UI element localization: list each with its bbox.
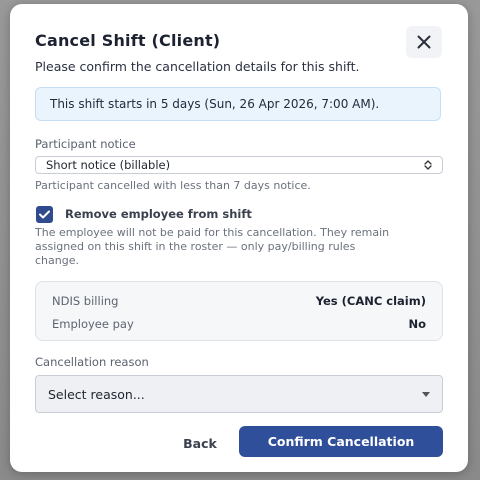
confirm-cancellation-button[interactable]: Confirm Cancellation — [239, 426, 443, 457]
summary-row-employee-pay: Employee pay No — [52, 316, 426, 332]
remove-employee-checkbox[interactable] — [36, 206, 53, 223]
close-icon — [417, 35, 431, 49]
cancellation-reason-label: Cancellation reason — [35, 355, 149, 369]
close-button[interactable] — [406, 26, 442, 58]
dialog-subtitle: Please confirm the cancellation details … — [35, 59, 360, 74]
billing-summary-panel: NDIS billing Yes (CANC claim) Employee p… — [35, 281, 443, 341]
remove-employee-help-1: The employee will not be paid for this c… — [35, 226, 390, 239]
summary-row-ndis: NDIS billing Yes (CANC claim) — [52, 293, 426, 309]
summary-key: NDIS billing — [52, 294, 119, 308]
summary-value: Yes (CANC claim) — [315, 294, 426, 308]
participant-notice-value: Short notice (billable) — [46, 158, 171, 172]
shift-start-banner: This shift starts in 5 days (Sun, 26 Apr… — [35, 87, 441, 121]
dialog-title: Cancel Shift (Client) — [35, 31, 221, 50]
chevron-down-icon — [422, 391, 430, 397]
summary-value: No — [408, 317, 426, 331]
cancel-shift-dialog: Cancel Shift (Client) Please confirm the… — [10, 4, 468, 472]
participant-notice-select[interactable]: Short notice (billable) — [35, 156, 443, 174]
select-updown-icon — [424, 160, 432, 170]
summary-key: Employee pay — [52, 317, 134, 331]
remove-employee-help-2: assigned on this shift in the roster — o… — [35, 240, 356, 253]
cancellation-reason-select[interactable]: Select reason... — [35, 375, 443, 413]
cancellation-reason-placeholder: Select reason... — [48, 386, 145, 402]
remove-employee-label: Remove employee from shift — [65, 207, 252, 221]
remove-employee-help-3: change. — [35, 254, 79, 267]
checkmark-icon — [39, 210, 50, 219]
back-button[interactable]: Back — [162, 429, 238, 457]
participant-notice-label: Participant notice — [35, 137, 136, 151]
banner-text: This shift starts in 5 days (Sun, 26 Apr… — [50, 97, 380, 111]
participant-notice-help: Participant cancelled with less than 7 d… — [35, 179, 311, 192]
